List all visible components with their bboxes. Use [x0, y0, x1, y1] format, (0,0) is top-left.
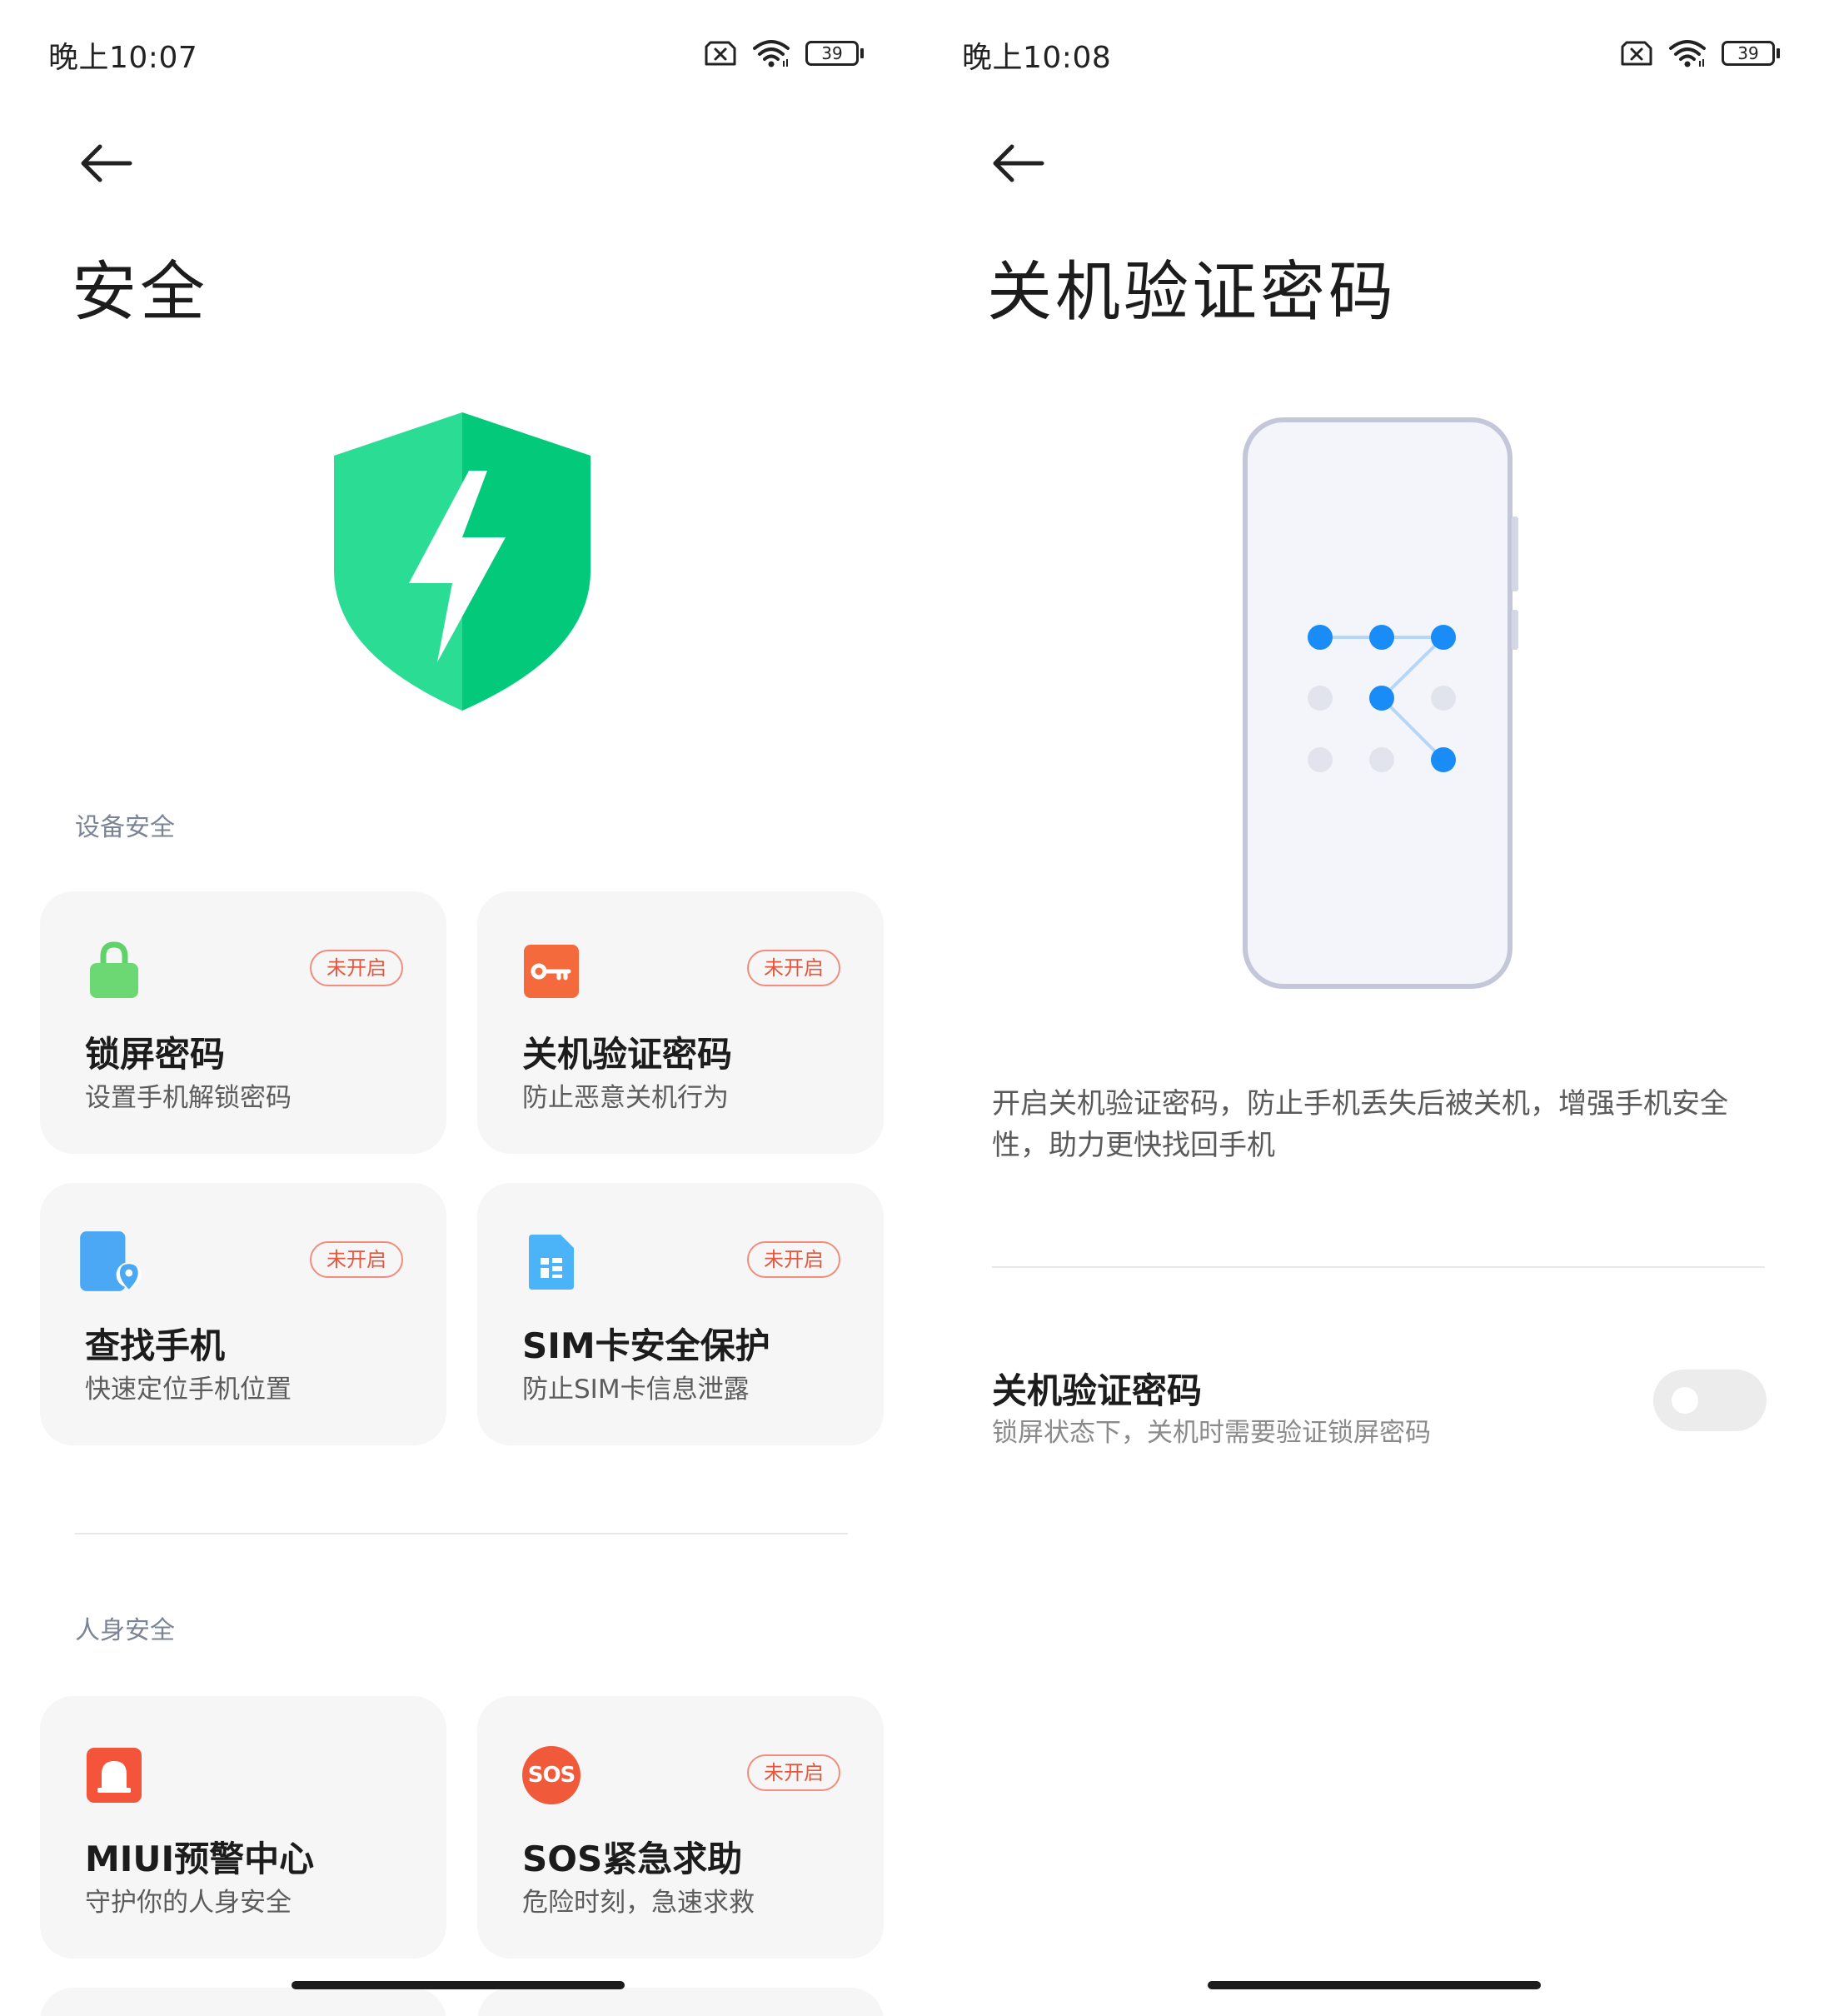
status-badge: 未开启 — [747, 1241, 840, 1278]
back-arrow-icon[interactable] — [989, 140, 1047, 187]
home-indicator[interactable] — [1208, 1981, 1541, 1989]
wifi-icon — [753, 40, 790, 67]
status-badge: 未开启 — [310, 1241, 403, 1278]
sim-card-icon — [529, 1235, 574, 1290]
shield-icon — [334, 412, 591, 711]
card-lock-screen-password[interactable]: 未开启 锁屏密码 设置手机解锁密码 — [40, 891, 446, 1154]
home-indicator[interactable] — [292, 1981, 625, 1989]
shutdown-password-toggle[interactable] — [1653, 1370, 1767, 1431]
card-subtitle: 防止SIM卡信息泄露 — [522, 1375, 750, 1405]
card-title: 锁屏密码 — [85, 1034, 226, 1075]
section-label-personal: 人身安全 — [75, 1616, 175, 1645]
feature-description: 开启关机验证密码，防止手机丢失后被关机，增强手机安全性，助力更快找回手机 — [992, 1087, 1728, 1162]
card-subtitle: 快速定位手机位置 — [85, 1375, 292, 1405]
status-icons: 39 — [1620, 37, 1780, 70]
key-icon — [524, 945, 579, 998]
card-title: 关机验证密码 — [522, 1034, 733, 1075]
section-divider — [992, 1266, 1765, 1268]
back-arrow-icon[interactable] — [77, 140, 135, 187]
card-title: 查找手机 — [85, 1325, 226, 1366]
status-badge: 未开启 — [747, 950, 840, 986]
battery-level: 39 — [821, 43, 843, 63]
setting-subtitle: 锁屏状态下，关机时需要验证锁屏密码 — [992, 1418, 1431, 1448]
security-screen: 晚上10:07 39 安全 设备安全 未开启 锁屏密码 设置手机解锁密码 未开启… — [0, 0, 912, 2016]
status-badge: 未开启 — [310, 950, 403, 986]
battery-icon: 39 — [1722, 41, 1780, 66]
card-subtitle: 防止恶意关机行为 — [522, 1083, 729, 1113]
status-badge: 未开启 — [747, 1754, 840, 1791]
status-icons: 39 — [704, 37, 864, 70]
lock-icon — [90, 941, 138, 998]
phone-pattern-illustration — [1243, 417, 1518, 989]
card-subtitle: 设置手机解锁密码 — [85, 1083, 292, 1113]
card-title: SOS紧急求助 — [522, 1839, 743, 1879]
card-miui-alert-center[interactable]: MIUI预警中心 守护你的人身安全 — [40, 1696, 446, 1959]
card-title: MIUI预警中心 — [85, 1839, 315, 1879]
status-time: 晚上10:07 — [48, 41, 198, 75]
alarm-icon — [87, 1748, 142, 1803]
card-subtitle: 危险时刻，急速求救 — [522, 1888, 755, 1918]
card-partial[interactable] — [477, 1988, 884, 2016]
section-label-device: 设备安全 — [75, 813, 175, 842]
card-partial[interactable] — [40, 1988, 446, 2016]
status-time: 晚上10:08 — [962, 41, 1112, 75]
card-title: SIM卡安全保护 — [522, 1325, 770, 1366]
card-shutdown-password[interactable]: 未开启 关机验证密码 防止恶意关机行为 — [477, 891, 884, 1154]
sos-icon: SOS — [522, 1746, 581, 1804]
page-title: 关机验证密码 — [987, 255, 1398, 330]
card-sos[interactable]: SOS 未开启 SOS紧急求助 危险时刻，急速求救 — [477, 1696, 884, 1959]
battery-icon: 39 — [805, 41, 864, 66]
wifi-icon — [1669, 40, 1706, 67]
find-phone-icon — [80, 1231, 142, 1291]
setting-title: 关机验证密码 — [992, 1370, 1203, 1411]
page-title: 安全 — [72, 255, 209, 330]
no-sim-icon — [1621, 41, 1652, 66]
card-find-phone[interactable]: 未开启 查找手机 快速定位手机位置 — [40, 1183, 446, 1445]
battery-level: 39 — [1737, 43, 1759, 63]
card-subtitle: 守护你的人身安全 — [85, 1888, 292, 1918]
toggle-knob — [1672, 1387, 1698, 1414]
shutdown-password-screen: 晚上10:08 39 关机验证密码 开启关机验证密码，防止手机丢失后被关机，增强… — [912, 0, 1824, 2016]
no-sim-icon — [705, 41, 736, 66]
section-divider — [75, 1533, 848, 1534]
card-sim-protection[interactable]: 未开启 SIM卡安全保护 防止SIM卡信息泄露 — [477, 1183, 884, 1445]
